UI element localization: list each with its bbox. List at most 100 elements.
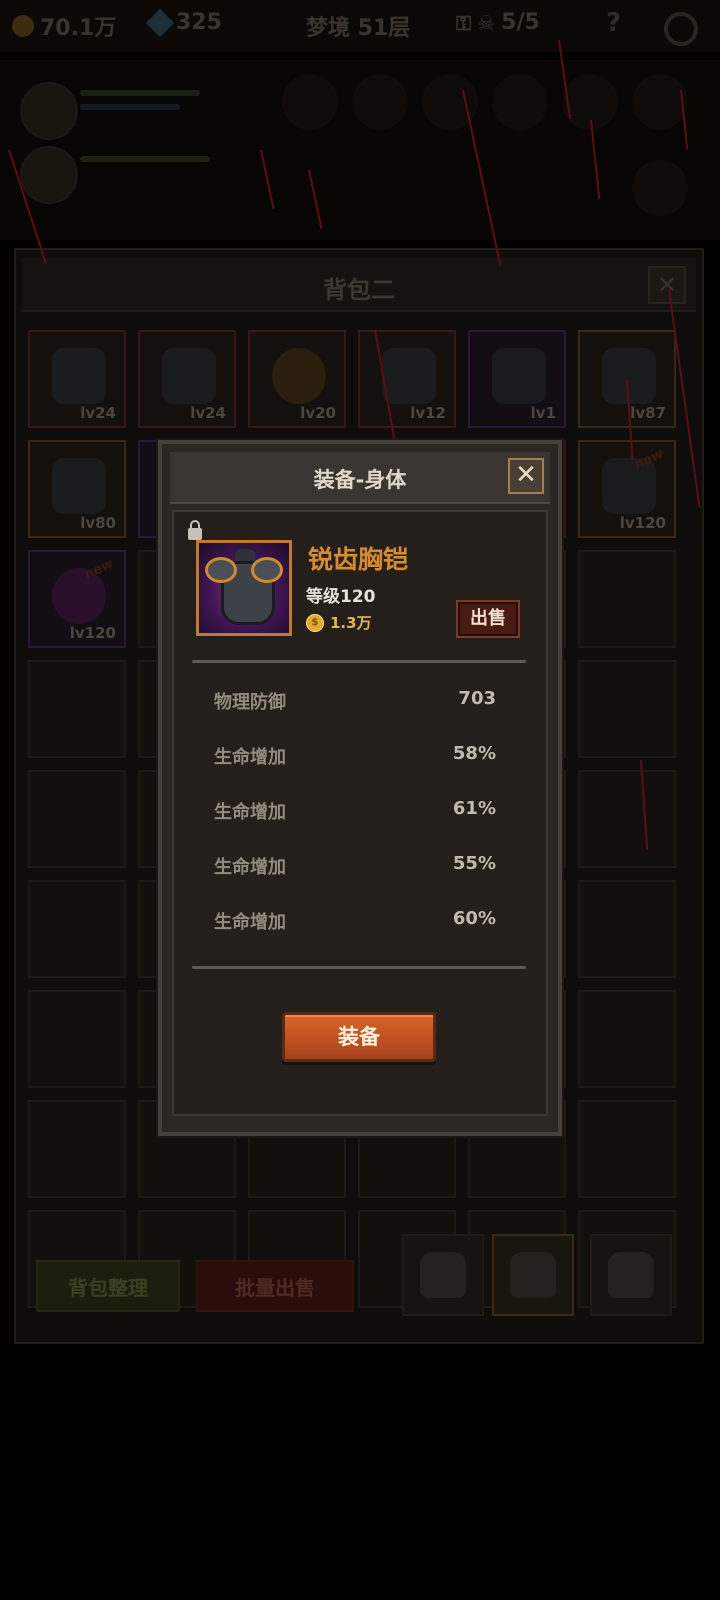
bag-slot[interactable]: [578, 660, 676, 758]
equip-slot: [632, 74, 688, 130]
gold-coin-icon: [12, 15, 34, 37]
backpack-tab-2[interactable]: [492, 1234, 574, 1316]
armor-shoulder-right: [251, 557, 283, 583]
bag-slot[interactable]: [578, 990, 676, 1088]
slot-level: lv24: [190, 404, 226, 422]
bag-slot[interactable]: [28, 880, 126, 978]
bulk-sell-button[interactable]: 批量出售: [196, 1260, 354, 1312]
stat-label: 生命增加: [214, 912, 286, 933]
hero-area: [0, 60, 720, 240]
dialog-title: 装备-身体: [313, 468, 407, 492]
equip-slot: [492, 74, 548, 130]
stat-value: 61%: [452, 798, 496, 819]
bag-slot[interactable]: lv24: [138, 330, 236, 428]
bag-slot[interactable]: [28, 660, 126, 758]
dialog-header: 装备-身体 ✕: [170, 452, 550, 504]
helmet-icon: [382, 348, 436, 404]
stat-row: 生命增加 58%: [214, 743, 496, 773]
stat-label: 生命增加: [214, 857, 286, 878]
stat-label: 生命增加: [214, 747, 286, 768]
lock-icon[interactable]: [188, 520, 202, 540]
skull-icon: ☠: [477, 10, 496, 35]
slot-level: lv12: [410, 404, 446, 422]
stat-row: 生命增加 61%: [214, 798, 496, 828]
bag-slot[interactable]: new lv120: [578, 440, 676, 538]
bag-slot[interactable]: [28, 990, 126, 1088]
slot-level: lv80: [80, 514, 116, 532]
slot-level: lv87: [630, 404, 666, 422]
bag-slot[interactable]: lv12: [358, 330, 456, 428]
hero-hp-bar: [80, 90, 200, 96]
bag-slot[interactable]: [578, 1100, 676, 1198]
stat-value: 703: [458, 688, 496, 709]
ticket-display: ⚿ ☠ 5/5: [456, 10, 540, 35]
item-level: 等级120: [306, 587, 376, 607]
gem-amount: 325: [176, 10, 222, 35]
helmet-icon: [162, 348, 216, 404]
sell-button[interactable]: 出售: [456, 600, 520, 638]
bag-slot[interactable]: [578, 880, 676, 978]
key-icon: ⚿: [456, 10, 472, 35]
slot-level: lv1: [530, 404, 556, 422]
bag-slot[interactable]: [28, 1100, 126, 1198]
divider: [192, 660, 526, 663]
equip-slot: [282, 74, 338, 130]
slot-level: lv120: [69, 624, 116, 642]
boots-icon: [52, 348, 106, 404]
equipment-detail-dialog: 装备-身体 ✕ 锐齿胸铠 等级120 $ 1.3万 出售 物理防御 703 生命…: [158, 440, 562, 1136]
bag-slot[interactable]: [578, 770, 676, 868]
top-hud: 70.1万 325 梦境 51层 ⚿ ☠ 5/5 ?: [0, 0, 720, 52]
bag-slot[interactable]: lv80: [28, 440, 126, 538]
gem-display: 325: [145, 8, 222, 37]
slot-level: lv24: [80, 404, 116, 422]
stat-row: 物理防御 703: [214, 688, 496, 718]
gold-amount: 70.1万: [40, 16, 117, 41]
bag-slot[interactable]: lv24: [28, 330, 126, 428]
sort-backpack-button[interactable]: 背包整理: [36, 1260, 180, 1312]
item-icon-frame: [196, 540, 292, 636]
backpack-icon: [608, 1252, 654, 1298]
ring-icon: [272, 348, 326, 404]
hero-hp-bar-2: [80, 156, 210, 162]
close-icon[interactable]: ✕: [508, 458, 544, 494]
item-name: 锐齿胸铠: [308, 545, 409, 574]
equip-slot: [352, 74, 408, 130]
sword-icon: [52, 458, 106, 514]
bag-slot[interactable]: [28, 770, 126, 868]
help-icon[interactable]: ?: [606, 8, 621, 38]
divider: [192, 966, 526, 969]
item-price-value: 1.3万: [330, 614, 372, 632]
gold-coin-icon: $: [306, 613, 324, 632]
backpack-tab-3[interactable]: [590, 1234, 672, 1316]
stat-value: 60%: [452, 908, 496, 929]
armor-shoulder-left: [205, 557, 237, 583]
stat-label: 生命增加: [214, 802, 286, 823]
backpack-tab-1[interactable]: [402, 1234, 484, 1316]
gem-icon: [145, 8, 175, 37]
equip-button[interactable]: 装备: [282, 1012, 436, 1062]
bag-slot[interactable]: new lv120: [28, 550, 126, 648]
stat-label: 物理防御: [214, 692, 286, 713]
equip-slot: [632, 160, 688, 216]
settings-gear-icon[interactable]: [664, 12, 698, 46]
backpack-close-button[interactable]: ✕: [648, 266, 686, 304]
stat-value: 58%: [452, 743, 496, 764]
stat-row: 生命增加 55%: [214, 853, 496, 883]
slot-level: lv120: [619, 514, 666, 532]
hero-mp-bar: [80, 104, 180, 110]
backpack-icon: [420, 1252, 466, 1298]
backpack-icon: [510, 1252, 556, 1298]
chest-armor-icon: [492, 348, 546, 404]
bag-slot[interactable]: lv20: [248, 330, 346, 428]
bag-slot[interactable]: [578, 550, 676, 648]
dungeon-floor-label: 梦境 51层: [306, 16, 411, 41]
backpack-header: 背包二 ✕: [22, 258, 696, 312]
dialog-body: 锐齿胸铠 等级120 $ 1.3万 出售 物理防御 703 生命增加 58% 生…: [172, 510, 548, 1116]
dungeon-floor: 梦境 51层: [306, 10, 410, 42]
gold-display: 70.1万: [12, 10, 116, 42]
bag-slot[interactable]: lv1: [468, 330, 566, 428]
slot-level: lv20: [300, 404, 336, 422]
item-sell-price: $ 1.3万: [306, 612, 372, 633]
hero-avatar: [20, 82, 78, 140]
stat-value: 55%: [452, 853, 496, 874]
